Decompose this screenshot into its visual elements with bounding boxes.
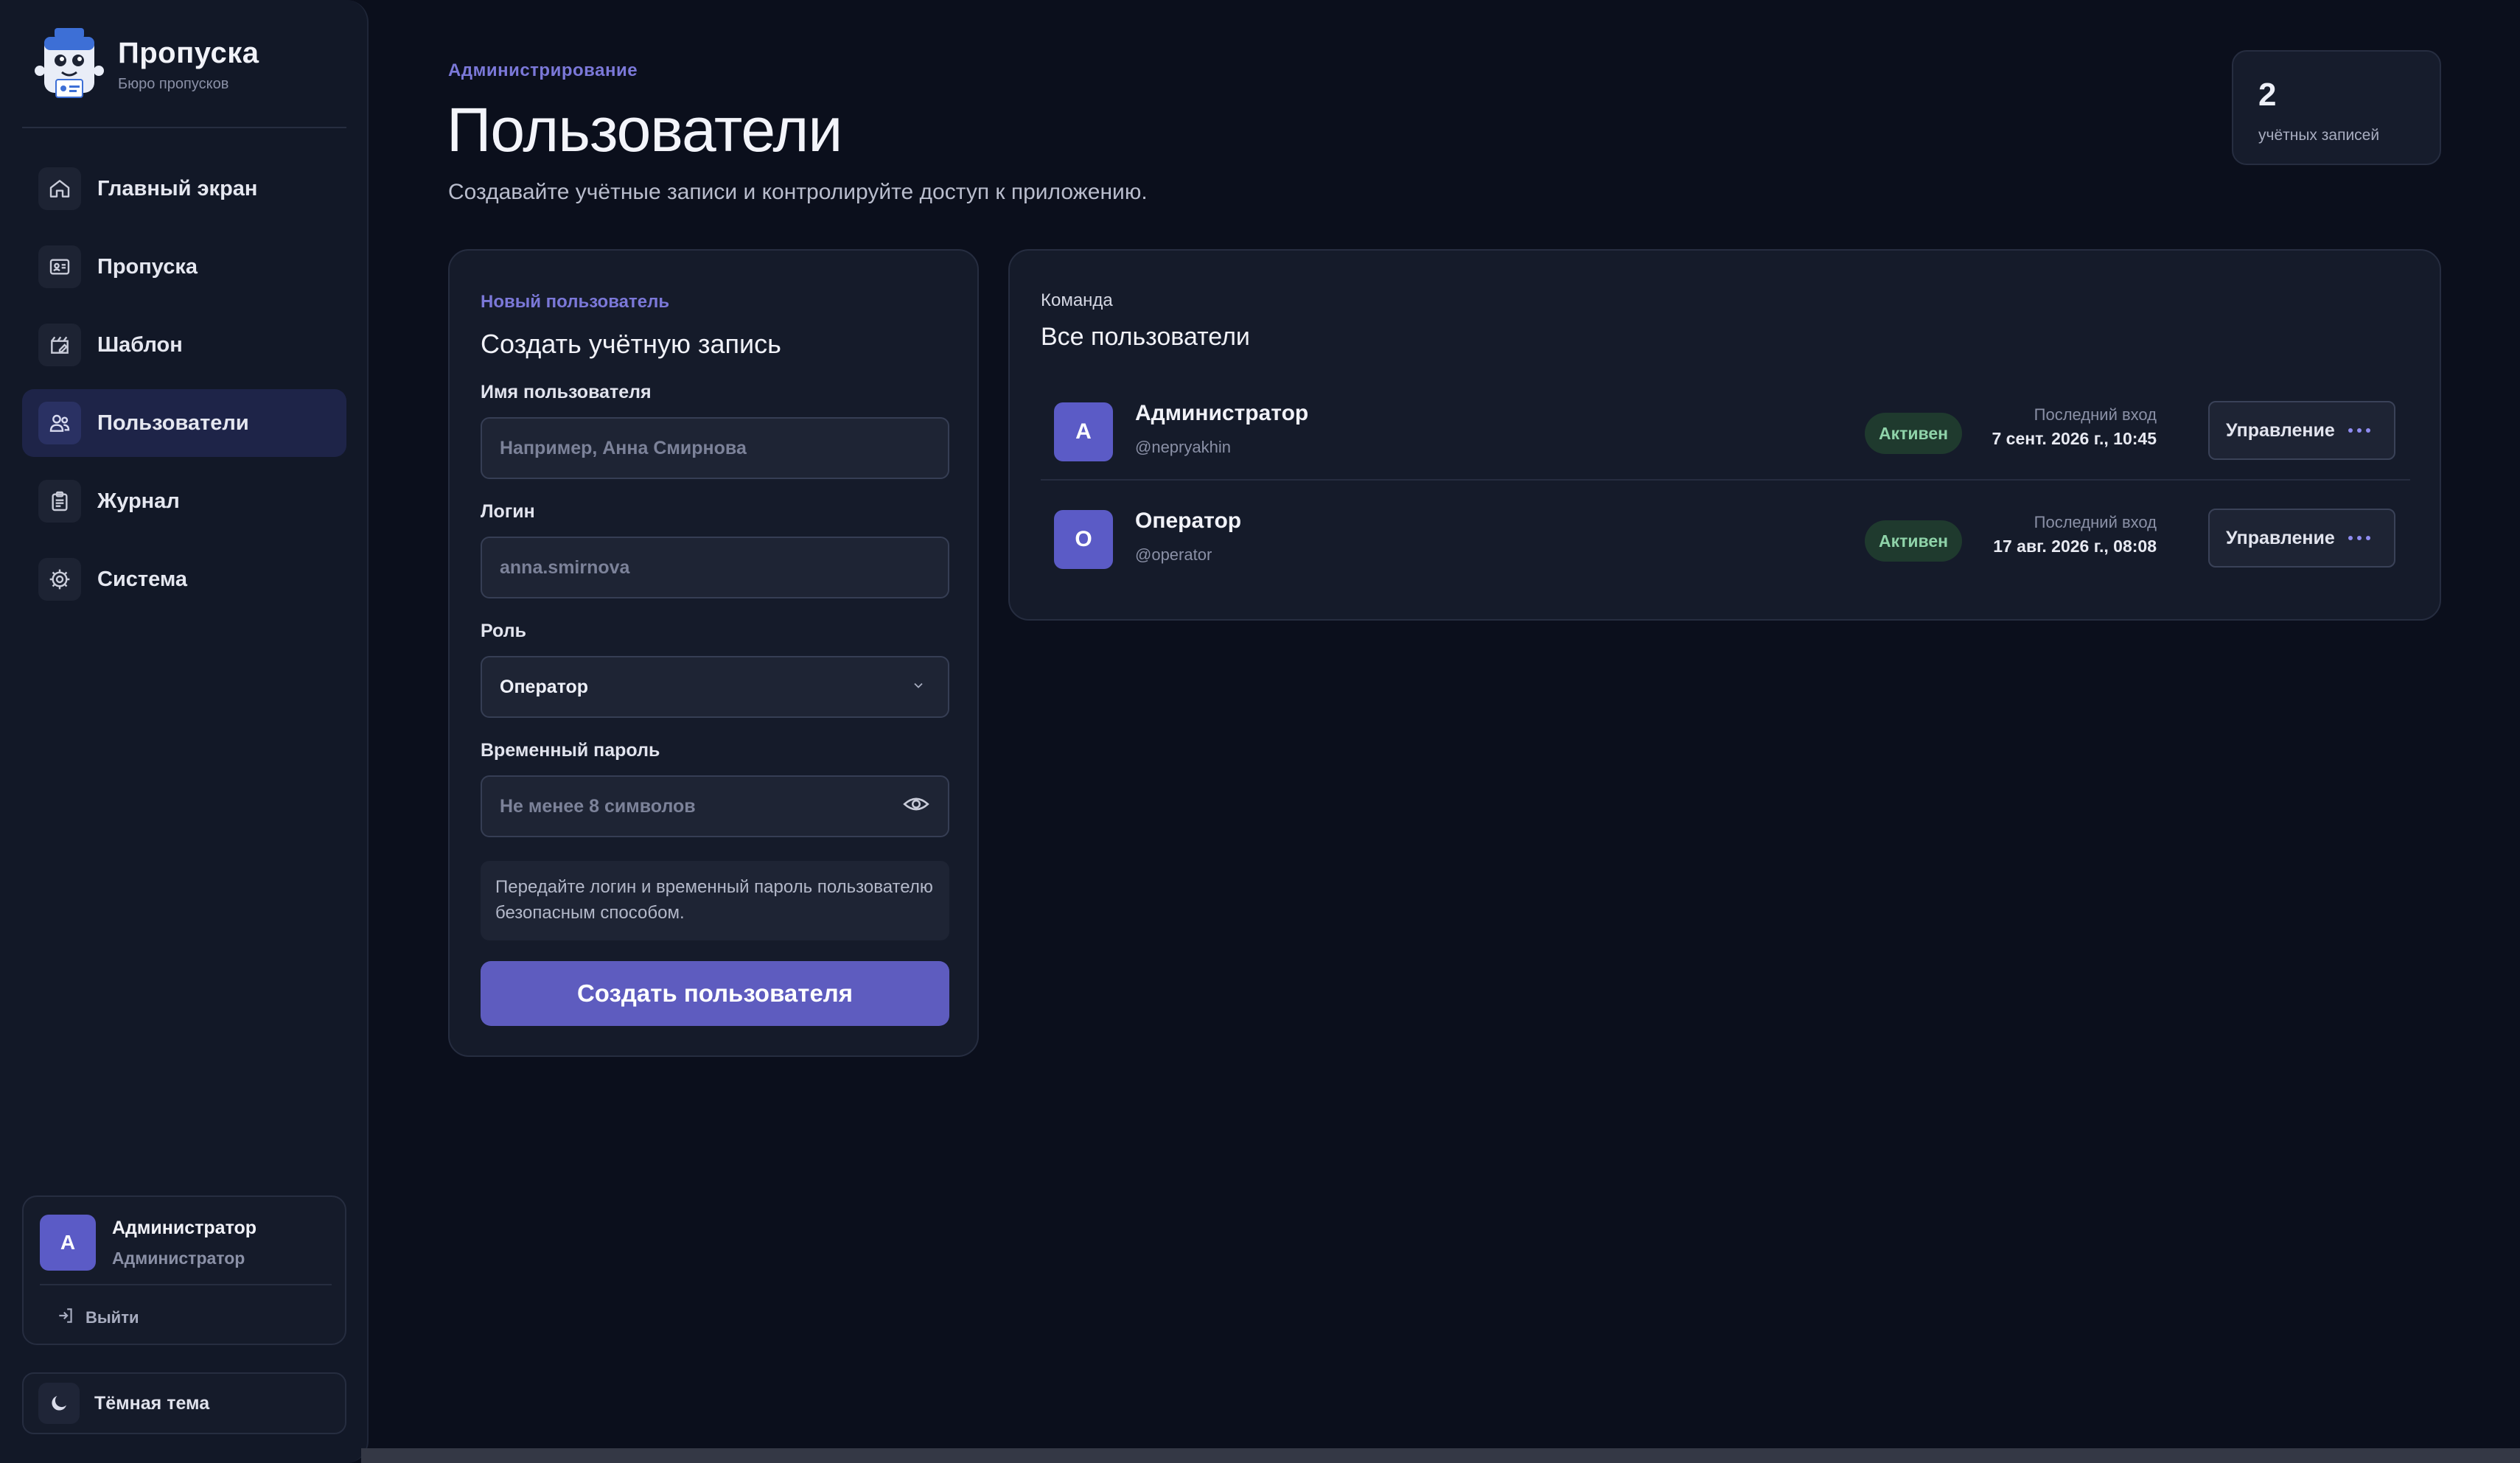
user-handle: @nepryakhin — [1135, 438, 1231, 456]
team-title: Все пользователи — [1041, 323, 1250, 351]
user-row: А Администратор @nepryakhin Активен Посл… — [1041, 373, 2410, 481]
sidebar-item-label: Пользователи — [97, 411, 249, 435]
brand-subtitle: Бюро пропусков — [118, 76, 229, 92]
user-name: Администратор — [1135, 401, 1309, 425]
brand-title: Пропуска — [118, 37, 259, 69]
password-hint: Передайте логин и временный пароль польз… — [481, 861, 949, 940]
last-login-label: Последний вход — [2034, 405, 2157, 424]
sidebar-item-home[interactable]: Главный экран — [22, 155, 346, 223]
template-edit-icon — [38, 324, 81, 366]
status-badge: Активен — [1865, 413, 1962, 454]
sidebar-item-label: Журнал — [97, 489, 180, 513]
more-dots-icon — [2348, 536, 2375, 540]
user-name: Оператор — [1135, 509, 1242, 533]
sidebar-item-system[interactable]: Система — [22, 545, 346, 613]
eye-icon[interactable] — [902, 790, 930, 823]
sidebar-item-template[interactable]: Шаблон — [22, 311, 346, 379]
sidebar-item-label: Пропуска — [97, 254, 198, 279]
app: Пропуска Бюро пропусков Главный экран Пр… — [0, 0, 2520, 1463]
avatar: А — [40, 1215, 96, 1271]
sidebar-item-passes[interactable]: Пропуска — [22, 233, 346, 301]
page-title: Пользователи — [447, 95, 842, 164]
more-dots-icon — [2348, 428, 2375, 433]
logout-icon — [56, 1306, 75, 1329]
create-user-button[interactable]: Создать пользователя — [481, 961, 949, 1026]
user-handle: @operator — [1135, 545, 1212, 564]
users-icon — [38, 402, 81, 444]
password-field[interactable]: Не менее 8 символов — [481, 775, 949, 837]
last-login-label: Последний вход — [2034, 513, 2157, 531]
theme-toggle-button[interactable]: Тёмная тема — [22, 1372, 346, 1434]
horizontal-scrollbar[interactable] — [361, 1448, 2520, 1463]
form-eyebrow: Новый пользователь — [481, 292, 670, 312]
home-icon — [38, 167, 81, 210]
gear-icon — [38, 558, 81, 601]
name-field-label: Имя пользователя — [481, 382, 652, 402]
status-badge: Активен — [1865, 520, 1962, 562]
last-login-date: 7 сент. 2026 г., 10:45 — [1992, 429, 2157, 448]
brand[interactable]: Пропуска Бюро пропусков — [34, 27, 259, 103]
login-field[interactable]: anna.smirnova — [481, 537, 949, 598]
current-user-name: Администратор — [112, 1218, 257, 1238]
manage-user-button[interactable]: Управление — [2208, 509, 2395, 568]
name-field-placeholder: Например, Анна Смирнова — [500, 437, 747, 458]
divider — [22, 127, 346, 128]
password-field-label: Временный пароль — [481, 740, 660, 761]
accounts-count-card: 2 учётных записей — [2232, 50, 2441, 165]
login-field-placeholder: anna.smirnova — [500, 556, 630, 578]
theme-toggle-label: Тёмная тема — [94, 1392, 210, 1414]
new-user-form: Новый пользователь Создать учётную запис… — [448, 249, 979, 1057]
form-title: Создать учётную запись — [481, 329, 781, 359]
name-field[interactable]: Например, Анна Смирнова — [481, 417, 949, 479]
sidebar: Пропуска Бюро пропусков Главный экран Пр… — [0, 0, 369, 1463]
accounts-count: 2 — [2258, 77, 2277, 113]
sidebar-item-label: Шаблон — [97, 332, 183, 357]
logout-button[interactable]: Выйти — [56, 1306, 139, 1329]
manage-button-label: Управление — [2226, 419, 2335, 441]
sidebar-item-users[interactable]: Пользователи — [22, 389, 346, 457]
mascot-logo-icon — [34, 27, 105, 103]
team-list-card: Команда Все пользователи А Администратор… — [1008, 249, 2441, 621]
divider — [40, 1284, 332, 1285]
manage-user-button[interactable]: Управление — [2208, 401, 2395, 460]
avatar: О — [1054, 510, 1113, 569]
team-eyebrow: Команда — [1041, 290, 1113, 310]
login-field-label: Логин — [481, 501, 535, 522]
logout-label: Выйти — [85, 1307, 139, 1327]
sidebar-item-journal[interactable]: Журнал — [22, 467, 346, 535]
last-login-date: 17 авг. 2026 г., 08:08 — [1993, 537, 2157, 556]
accounts-count-label: учётных записей — [2258, 127, 2380, 144]
page-subtitle: Создавайте учётные записи и контролируйт… — [448, 180, 1148, 204]
chevron-down-icon — [911, 677, 926, 698]
clipboard-icon — [38, 480, 81, 523]
avatar: А — [1054, 402, 1113, 461]
role-select[interactable]: Оператор — [481, 656, 949, 718]
id-card-icon — [38, 245, 81, 288]
role-field-label: Роль — [481, 621, 526, 641]
moon-icon — [38, 1383, 80, 1424]
password-field-placeholder: Не менее 8 символов — [500, 795, 696, 817]
sidebar-item-label: Главный экран — [97, 176, 258, 200]
sidebar-item-label: Система — [97, 567, 188, 591]
current-user-role: Администратор — [112, 1249, 245, 1268]
section-eyebrow: Администрирование — [448, 60, 638, 80]
current-user-card: А Администратор Администратор Выйти — [22, 1195, 346, 1345]
sidebar-nav: Главный экран Пропуска Шаблон Пользовате… — [22, 155, 346, 624]
role-select-value: Оператор — [500, 676, 589, 697]
manage-button-label: Управление — [2226, 527, 2335, 548]
user-row: О Оператор @operator Активен Последний в… — [1041, 481, 2410, 588]
